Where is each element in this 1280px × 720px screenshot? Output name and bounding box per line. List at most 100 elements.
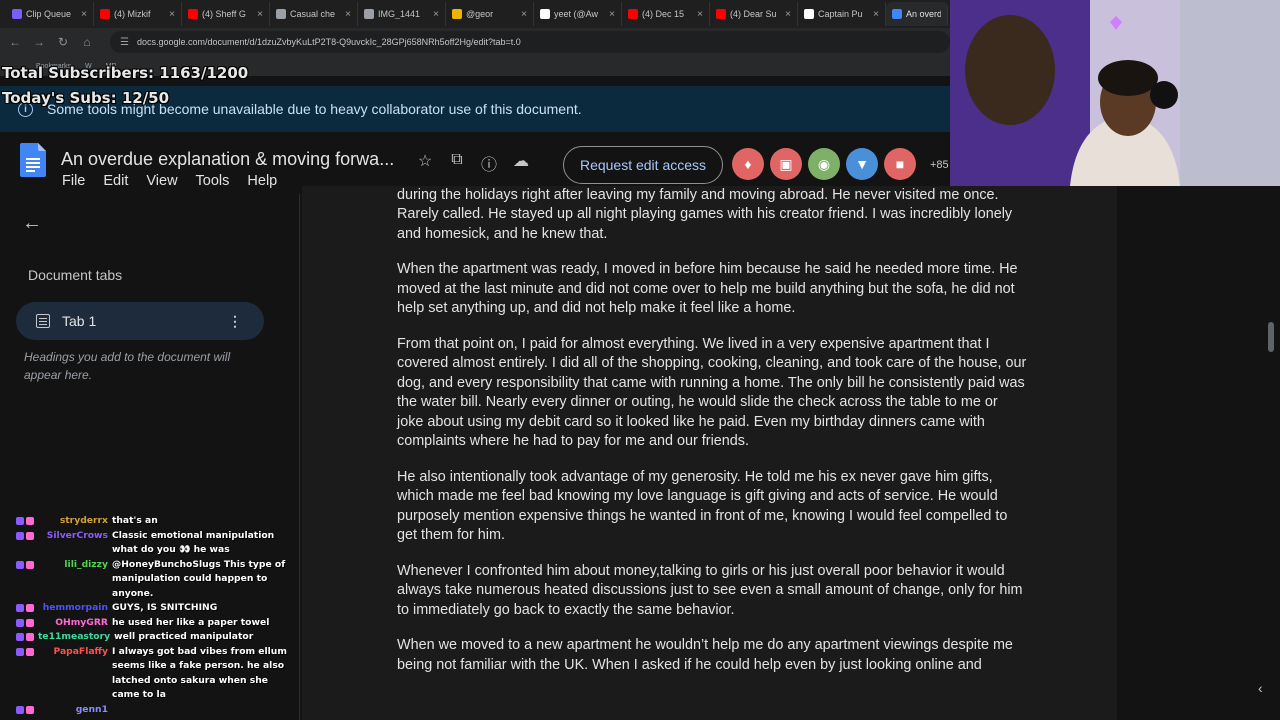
- chat-username[interactable]: lili_dizzy: [38, 558, 108, 602]
- more-collaborators-count[interactable]: +85: [930, 159, 949, 171]
- document-icon: [36, 314, 50, 328]
- close-tab-icon[interactable]: ×: [609, 9, 615, 20]
- address-bar[interactable]: ☰ docs.google.com/document/d/1dzuZvbyKuL…: [110, 31, 950, 53]
- total-subscribers-overlay: Total Subscribers: 1163/1200: [2, 64, 249, 82]
- close-tab-icon[interactable]: ×: [433, 9, 439, 20]
- close-tab-icon[interactable]: ×: [169, 9, 175, 20]
- reload-icon[interactable]: ↻: [56, 35, 70, 49]
- document-paragraph[interactable]: with his womenfolk there. To be fair, I …: [397, 186, 1027, 244]
- close-outline-icon[interactable]: ←: [22, 212, 42, 235]
- browser-tab-label: (4) Mizkif: [114, 9, 151, 19]
- site-info-icon[interactable]: ☰: [120, 37, 129, 48]
- home-icon[interactable]: ⌂: [80, 35, 94, 49]
- browser-tab-label: An overdu: [906, 9, 941, 19]
- menu-tools[interactable]: Tools: [196, 173, 230, 189]
- document-paragraph[interactable]: When the apartment was ready, I moved in…: [397, 260, 1027, 319]
- move-to-drive-icon[interactable]: ⧉: [448, 151, 466, 175]
- chat-text: well practiced manipulator: [114, 631, 254, 642]
- chat-username[interactable]: te11meastory: [38, 630, 110, 645]
- browser-tab[interactable]: Clip Queue ×: [6, 2, 94, 26]
- chat-message: PapaFlaffy I always got bad vibes from el…: [0, 645, 290, 703]
- chat-username[interactable]: SilverCrows: [38, 529, 108, 558]
- document-paragraph[interactable]: Whenever I confronted him about money,ta…: [397, 562, 1027, 621]
- browser-tab[interactable]: (4) Sheff G ×: [182, 2, 270, 26]
- close-tab-icon[interactable]: ×: [521, 9, 527, 20]
- webcam-feed: [950, 0, 1280, 186]
- chat-text: I always got bad vibes from ellum seems …: [112, 645, 287, 701]
- anonymous-animal-avatar[interactable]: ▣: [770, 148, 802, 180]
- close-tab-icon[interactable]: ×: [81, 9, 87, 20]
- browser-tab-label: (4) Dec 15: [642, 9, 685, 19]
- close-tab-icon[interactable]: ×: [257, 9, 263, 20]
- chat-text: [112, 703, 290, 718]
- tab-favicon-icon: [452, 9, 462, 19]
- chat-text: that's an: [112, 515, 158, 526]
- document-body[interactable]: with his womenfolk there. To be fair, I …: [397, 186, 1027, 691]
- browser-tab[interactable]: yeet (@Aw ×: [534, 2, 622, 26]
- chat-message: stryderrx that's an: [0, 514, 290, 529]
- anonymous-animal-avatar[interactable]: ■: [884, 148, 916, 180]
- browser-toolbar: ← → ↻ ⌂ ☰ docs.google.com/document/d/1dz…: [0, 28, 950, 56]
- chat-username[interactable]: genn1: [38, 703, 108, 718]
- chat-username[interactable]: hemmorpain: [38, 601, 108, 616]
- tab-favicon-icon: [540, 9, 550, 19]
- browser-tab[interactable]: Captain Pu ×: [798, 2, 886, 26]
- tab-favicon-icon: [12, 9, 22, 19]
- document-paragraph[interactable]: He also intentionally took advantage of …: [397, 468, 1027, 546]
- chat-text: GUYS, IS SNITCHING: [112, 602, 218, 613]
- chat-badges: [4, 645, 34, 703]
- browser-tab[interactable]: An overdu: [886, 2, 948, 26]
- menu-view[interactable]: View: [146, 173, 177, 189]
- chat-message: OHmyGRR he used her like a paper towel: [0, 616, 290, 631]
- close-tab-icon[interactable]: ×: [873, 9, 879, 20]
- menu-bar: File Edit View Tools Help: [62, 173, 277, 189]
- document-paragraph[interactable]: From that point on, I paid for almost ev…: [397, 335, 1027, 452]
- tab-options-icon[interactable]: ⋮: [228, 313, 242, 330]
- browser-tab[interactable]: IMG_1441 ×: [358, 2, 446, 26]
- chat-message: te11meastory well practiced manipulator: [0, 630, 290, 645]
- browser-tab[interactable]: (4) Dear Su ×: [710, 2, 798, 26]
- badge-icon: [16, 531, 24, 540]
- badge-icon: [16, 618, 24, 627]
- chat-message: lili_dizzy @HoneyBunchoSlugs This type of…: [0, 558, 290, 602]
- menu-edit[interactable]: Edit: [103, 173, 128, 189]
- browser-tab[interactable]: @geor ×: [446, 2, 534, 26]
- badge-icon: [16, 604, 24, 612]
- chat-username[interactable]: stryderrx: [38, 514, 108, 529]
- anonymous-animal-avatar[interactable]: ◉: [808, 148, 840, 180]
- anonymous-animal-avatar[interactable]: ♦: [732, 148, 764, 180]
- anonymous-animal-avatar[interactable]: ▼: [846, 148, 878, 180]
- star-icon[interactable]: ☆: [416, 151, 434, 175]
- browser-tab[interactable]: (4) Mizkif ×: [94, 2, 182, 26]
- document-page[interactable]: with his womenfolk there. To be fair, I …: [302, 186, 1117, 720]
- stream-chat-overlay: stryderrx that's an SilverCrows Classic emo…: [0, 514, 290, 720]
- badge-icon: [26, 618, 34, 627]
- cloud-status-icon[interactable]: ☁: [512, 151, 530, 175]
- close-tab-icon[interactable]: ×: [697, 9, 703, 20]
- browser-tab-label: (4) Sheff G: [202, 9, 246, 19]
- docs-logo-icon[interactable]: [20, 143, 46, 177]
- chat-badges: [4, 616, 34, 631]
- badge-icon: [26, 705, 34, 714]
- side-panel-toggle-icon[interactable]: ‹: [1258, 680, 1263, 696]
- document-title[interactable]: An overdue explanation & moving forwa...: [61, 149, 394, 170]
- request-edit-access-button[interactable]: Request edit access: [563, 146, 723, 184]
- title-actions: ☆ ⧉ ⓘ ☁: [416, 151, 530, 175]
- browser-tab[interactable]: Casual che ×: [270, 2, 358, 26]
- chat-badges: [4, 703, 34, 718]
- details-info-icon[interactable]: ⓘ: [480, 151, 498, 175]
- scrollbar-thumb[interactable]: [1268, 322, 1274, 352]
- chat-username[interactable]: PapaFlaffy: [38, 645, 108, 703]
- document-paragraph[interactable]: When we moved to a new apartment he woul…: [397, 636, 1027, 675]
- badge-icon: [26, 633, 34, 641]
- menu-help[interactable]: Help: [247, 173, 277, 189]
- document-tab-1[interactable]: Tab 1 ⋮: [16, 302, 264, 340]
- close-tab-icon[interactable]: ×: [785, 9, 791, 20]
- back-icon[interactable]: ←: [8, 35, 22, 49]
- chat-username[interactable]: OHmyGRR: [38, 616, 108, 631]
- close-tab-icon[interactable]: ×: [345, 9, 351, 20]
- forward-icon[interactable]: →: [32, 35, 46, 49]
- menu-file[interactable]: File: [62, 173, 85, 189]
- collaborator-avatars: ♦ ▣ ◉ ▼ ■: [732, 148, 916, 180]
- browser-tab[interactable]: (4) Dec 15 ×: [622, 2, 710, 26]
